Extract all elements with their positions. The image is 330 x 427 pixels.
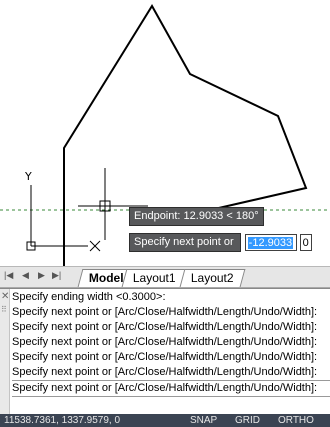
grip-icon[interactable]: ⠿ [1, 305, 7, 314]
command-history: Specify ending width <0.3000>: Specify n… [12, 290, 330, 397]
command-history-line: Specify next point or [Arc/Close/Halfwid… [12, 306, 318, 318]
first-icon[interactable]: |◀ [4, 270, 13, 281]
drawing-canvas[interactable]: Y [0, 0, 330, 266]
tab-layout1[interactable]: Layout1 [121, 269, 188, 287]
command-history-line: Specify next point or [Arc/Close/Halfwid… [12, 321, 318, 333]
command-history-line: Specify next point or [Arc/Close/Halfwid… [12, 351, 318, 363]
command-history-line: Specify next point or [Arc/Close/Halfwid… [12, 336, 318, 348]
layout-tab-bar: |◀ ◀ ▶ ▶| Model Layout1 Layout2 [0, 266, 330, 288]
last-icon[interactable]: ▶| [52, 270, 61, 281]
distance-value[interactable]: -12.9033 [247, 237, 294, 249]
tab-model-label: Model [88, 271, 124, 285]
previous-icon[interactable]: ◀ [22, 270, 29, 281]
command-line-handle[interactable]: ✕ ⠿ [0, 289, 10, 415]
command-input-line[interactable]: Specify next point or [Arc/Close/Halfwid… [12, 380, 330, 397]
snap-toggle[interactable]: SNAP [190, 414, 217, 427]
polyline-drawn[interactable] [63, 4, 308, 266]
crosshair-cursor [78, 168, 148, 240]
tab-layout1-label: Layout1 [132, 271, 176, 285]
coordinate-readout[interactable]: 11538.7361, 1337.9579, 0 [4, 414, 120, 427]
prompt-label: Specify next point or [129, 233, 241, 252]
distance-input[interactable]: -12.9033 [244, 234, 297, 251]
dynamic-input-prompt: Specify next point or -12.9033 0 [129, 233, 312, 252]
tab-layout2-label: Layout2 [190, 271, 234, 285]
ortho-toggle[interactable]: ORTHO [278, 414, 314, 427]
ucs-y-label: Y [24, 170, 32, 183]
next-icon[interactable]: ▶ [38, 270, 45, 281]
endpoint-tooltip: Endpoint: 12.9033 < 180° [129, 207, 264, 226]
command-line-panel[interactable]: ✕ ⠿ Specify ending width <0.3000>: Speci… [0, 288, 330, 415]
grid-toggle[interactable]: GRID [235, 414, 260, 427]
command-history-line: Specify next point or [Arc/Close/Halfwid… [12, 366, 318, 378]
status-bar: 11538.7361, 1337.9579, 0 SNAP GRID ORTHO [0, 414, 330, 427]
tab-layout2[interactable]: Layout2 [179, 269, 246, 287]
command-history-line: Specify ending width <0.3000>: [12, 291, 166, 303]
close-icon[interactable]: ✕ [1, 291, 9, 302]
angle-input[interactable]: 0 [299, 234, 312, 251]
drawing-viewport[interactable]: Y Endpoint: 12.9033 < 180° Specify next … [0, 0, 330, 266]
